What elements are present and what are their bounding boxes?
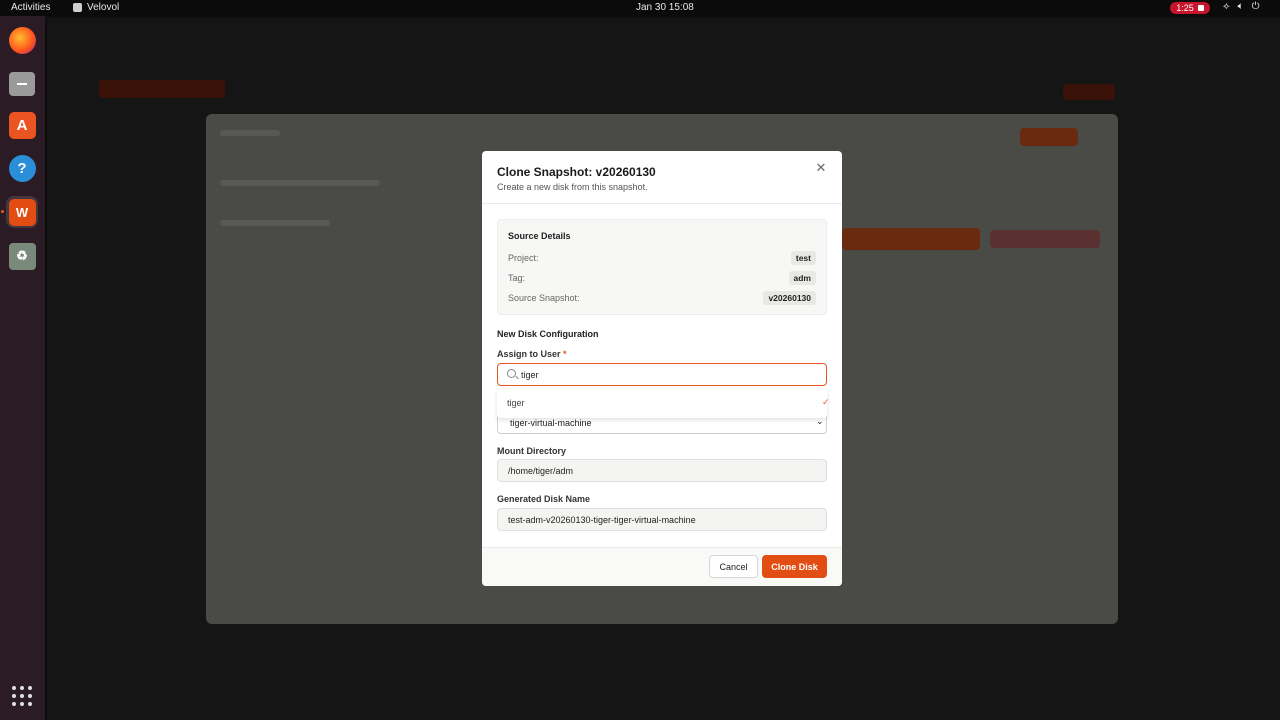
check-icon: ✓ [822, 397, 830, 407]
velovol-icon: W [8, 198, 36, 226]
app-menu[interactable]: Velovol [73, 2, 119, 13]
source-row-project: Project: test [508, 251, 816, 265]
stop-icon [1197, 5, 1204, 11]
cancel-button[interactable]: Cancel [709, 555, 758, 578]
dialog-subtitle: Create a new disk from this snapshot. [497, 182, 648, 192]
dock-item-help[interactable]: ? [6, 152, 38, 184]
source-details-panel: Source Details Project: test Tag: adm So… [497, 219, 827, 315]
network-icon: ⟡ [1223, 1, 1230, 12]
recording-time: 1:25 [1176, 3, 1194, 13]
mount-directory-label: Mount Directory [497, 446, 567, 456]
user-option-tiger[interactable]: tiger [507, 398, 525, 408]
dock-item-files[interactable] [6, 68, 38, 100]
user-dropdown: tiger ✓ [497, 389, 830, 418]
dock-item-trash[interactable]: ♻ [6, 240, 38, 272]
header-divider [482, 203, 842, 204]
dialog-title: Clone Snapshot: v20260130 [497, 165, 656, 179]
config-section-title: New Disk Configuration [497, 329, 599, 339]
running-indicator [1, 210, 4, 213]
bg-secondary-button [990, 230, 1100, 248]
app-center-icon: A [8, 111, 36, 139]
close-icon[interactable]: ✕ [814, 161, 828, 175]
recording-indicator[interactable]: 1:25 [1170, 2, 1210, 14]
dock-item-velovol[interactable]: W [1, 196, 38, 228]
power-icon: ⏻ [1251, 1, 1260, 12]
bg-header-button [1063, 84, 1115, 100]
activities-button[interactable]: Activities [11, 2, 50, 13]
dock-item-firefox[interactable] [6, 24, 38, 56]
project-badge: test [790, 251, 816, 265]
source-row-tag: Tag: adm [508, 271, 816, 285]
trash-icon: ♻ [8, 242, 36, 270]
bg-header-bar [99, 80, 225, 98]
files-icon [9, 72, 35, 96]
required-mark: * [563, 349, 567, 359]
tag-badge: adm [788, 271, 816, 285]
velovol-app-icon [73, 3, 82, 12]
clone-snapshot-dialog: Clone Snapshot: v20260130 Create a new d… [482, 151, 842, 586]
user-search-combobox[interactable] [497, 363, 827, 386]
source-details-title: Source Details [508, 231, 571, 241]
dock-item-app-center[interactable]: A [6, 109, 38, 141]
bg-top-button [1020, 128, 1078, 146]
search-icon [507, 369, 516, 378]
system-tray[interactable]: ⟡ 🔈︎ ⏻ [1223, 1, 1260, 12]
user-search-input[interactable] [521, 368, 811, 382]
disk-name-field[interactable]: test-adm-v20260130-tiger-tiger-virtual-m… [497, 508, 827, 531]
firefox-icon [8, 26, 36, 54]
machine-select-value: tiger-virtual-machine [510, 418, 592, 428]
volume-icon: 🔈︎ [1237, 1, 1244, 12]
snapshot-badge: v20260130 [763, 291, 816, 305]
bg-primary-button [842, 228, 980, 250]
assign-user-label: Assign to User * [497, 349, 567, 359]
help-icon: ? [8, 154, 36, 182]
clock[interactable]: Jan 30 15:08 [636, 2, 694, 13]
source-row-snapshot: Source Snapshot: v20260130 [508, 291, 816, 305]
clone-disk-button[interactable]: Clone Disk [762, 555, 827, 578]
top-bar: Activities Velovol Jan 30 15:08 1:25 ⟡ 🔈… [0, 0, 1280, 16]
disk-name-label: Generated Disk Name [497, 494, 591, 504]
dock: A ? W ♻ [0, 16, 45, 720]
app-name: Velovol [87, 2, 120, 13]
mount-directory-field[interactable]: /home/tiger/adm [497, 459, 827, 482]
show-apps-icon[interactable] [12, 686, 32, 706]
